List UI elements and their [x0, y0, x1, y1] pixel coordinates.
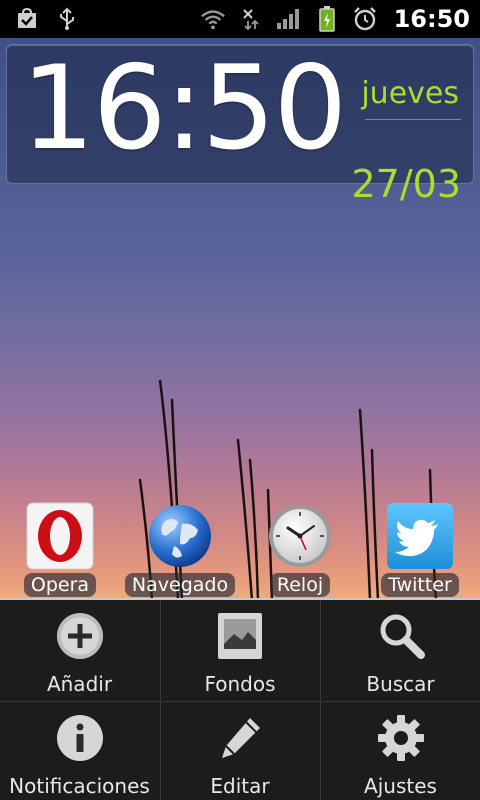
wifi-icon [200, 6, 226, 32]
clock-widget-date: 27/03 [351, 162, 461, 206]
menu-item-notifications-label: Notificaciones [9, 774, 150, 798]
clock-widget[interactable]: 16:50 jueves 27/03 [6, 41, 474, 203]
clock-widget-day: jueves [361, 76, 459, 111]
menu-item-edit[interactable]: Editar [160, 702, 319, 800]
search-icon [380, 614, 425, 659]
menu-item-search[interactable]: Buscar [320, 600, 480, 700]
info-icon [56, 715, 103, 761]
menu-item-add-label: Añadir [46, 672, 113, 696]
options-menu-row: Notificaciones Editar Ajustes [0, 701, 480, 800]
app-shortcut-twitter[interactable]: Twitter [360, 500, 480, 600]
status-bar[interactable]: 16:50 [0, 0, 480, 38]
shopping-bag-check-icon [14, 6, 40, 32]
app-shortcut-clock[interactable]: Reloj [240, 500, 360, 600]
alarm-clock-icon [352, 6, 378, 32]
app-label-clock: Reloj [269, 573, 331, 597]
clock-icon [269, 505, 331, 567]
menu-item-edit-label: Editar [210, 774, 270, 798]
signal-bars-icon [276, 6, 302, 32]
data-transfer-icon [238, 6, 264, 32]
menu-item-notifications[interactable]: Notificaciones [0, 702, 159, 800]
menu-item-settings[interactable]: Ajustes [320, 702, 480, 800]
app-label-browser: Navegado [124, 573, 236, 597]
app-shortcut-opera[interactable]: Opera [0, 500, 120, 600]
menu-item-wallpaper[interactable]: Fondos [160, 600, 319, 700]
pencil-icon [222, 718, 260, 758]
options-menu: Añadir Fondos Buscar Notificaciones Edit… [0, 598, 480, 800]
menu-item-add[interactable]: Añadir [0, 600, 159, 700]
app-shortcuts: Opera Navegado Reloj Twitter [0, 500, 480, 600]
app-label-twitter: Twitter [381, 573, 459, 597]
clock-widget-divider [365, 119, 461, 120]
add-icon [56, 613, 103, 659]
app-shortcut-browser[interactable]: Navegado [120, 500, 240, 600]
clock-widget-time: 16:50 [21, 41, 347, 176]
menu-item-settings-label: Ajustes [364, 774, 437, 798]
menu-item-wallpaper-label: Fondos [204, 672, 276, 696]
opera-icon [26, 502, 94, 570]
browser-globe-icon [149, 505, 211, 567]
options-menu-row: Añadir Fondos Buscar [0, 600, 480, 700]
status-bar-time: 16:50 [393, 5, 470, 33]
battery-charging-icon [314, 6, 340, 32]
twitter-icon [387, 503, 453, 569]
menu-item-search-label: Buscar [366, 672, 435, 696]
usb-icon [54, 6, 80, 32]
wallpaper-icon [218, 613, 262, 659]
gear-icon [377, 715, 424, 761]
app-label-opera: Opera [23, 573, 97, 597]
